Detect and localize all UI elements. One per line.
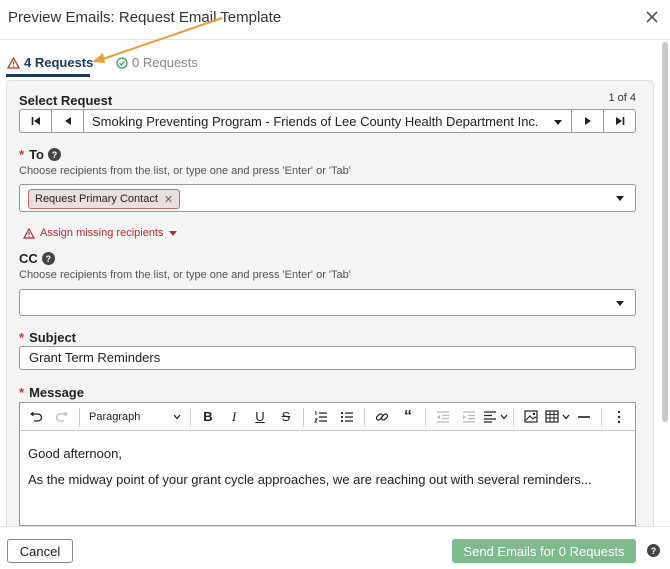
insert-image-icon[interactable] bbox=[519, 406, 543, 428]
scrollbar[interactable] bbox=[662, 42, 668, 422]
next-request-button[interactable] bbox=[571, 110, 603, 132]
paragraph-style-value: Paragraph bbox=[89, 410, 141, 423]
link-icon[interactable] bbox=[370, 406, 394, 428]
previous-request-button[interactable] bbox=[52, 110, 84, 132]
required-marker: * bbox=[19, 330, 25, 345]
bold-icon[interactable]: B bbox=[196, 406, 220, 428]
last-request-button[interactable] bbox=[603, 110, 635, 132]
recipient-chip: Request Primary Contact ✕ bbox=[28, 189, 181, 209]
strikethrough-icon[interactable]: S bbox=[274, 406, 298, 428]
request-select[interactable]: Smoking Preventing Program - Friends of … bbox=[84, 110, 571, 132]
message-label-text: Message bbox=[29, 385, 84, 400]
horizontal-line-icon[interactable] bbox=[572, 406, 596, 428]
undo-icon[interactable] bbox=[24, 406, 48, 428]
message-line[interactable]: As the midway point of your grant cycle … bbox=[28, 472, 592, 487]
request-select-value: Smoking Preventing Program - Friends of … bbox=[92, 113, 539, 129]
required-marker: * bbox=[19, 385, 25, 400]
chevron-down-icon bbox=[554, 120, 562, 125]
cc-hint: Choose recipients from the list, or type… bbox=[19, 269, 351, 281]
assign-missing-label: Assign missing recipients bbox=[40, 227, 164, 239]
chevron-down-icon bbox=[173, 414, 181, 419]
tab-requests-warning[interactable]: 4 Requests bbox=[7, 55, 93, 70]
toolbar-divider bbox=[303, 407, 304, 426]
toolbar-divider bbox=[79, 407, 80, 426]
dialog-title: Preview Emails: Request Email Template bbox=[8, 9, 282, 26]
align-select[interactable] bbox=[483, 406, 508, 428]
previous-icon bbox=[64, 117, 71, 125]
redo-icon[interactable] bbox=[50, 406, 74, 428]
warning-icon bbox=[23, 227, 35, 239]
to-label: * To ? bbox=[19, 147, 61, 162]
subject-input[interactable]: Grant Term Reminders bbox=[19, 346, 636, 370]
select-request-label: Select Request bbox=[19, 93, 113, 108]
align-left-icon bbox=[484, 410, 496, 423]
toolbar-divider bbox=[364, 407, 365, 426]
request-navigator: Smoking Preventing Program - Friends of … bbox=[19, 109, 636, 133]
send-emails-button[interactable]: Send Emails for 0 Requests bbox=[452, 539, 636, 563]
underline-icon[interactable]: U bbox=[248, 406, 272, 428]
warning-icon bbox=[7, 56, 20, 69]
required-marker: * bbox=[19, 147, 25, 162]
remove-chip-icon[interactable]: ✕ bbox=[164, 193, 173, 206]
indent-icon[interactable] bbox=[457, 406, 481, 428]
skip-last-icon bbox=[615, 117, 624, 125]
italic-icon[interactable]: I bbox=[222, 406, 246, 428]
subject-label: * Subject bbox=[19, 330, 76, 345]
chevron-down-icon[interactable] bbox=[616, 196, 624, 201]
help-icon[interactable]: ? bbox=[647, 544, 660, 557]
editor-toolbar: Paragraph B I U S “ bbox=[20, 403, 635, 431]
cancel-button[interactable]: Cancel bbox=[7, 539, 73, 563]
active-tab-indicator bbox=[6, 74, 90, 77]
tab-label: 0 Requests bbox=[132, 55, 198, 70]
subject-label-text: Subject bbox=[29, 330, 77, 345]
toolbar-divider bbox=[601, 407, 602, 426]
tab-label: 4 Requests bbox=[24, 55, 94, 70]
subject-value: Grant Term Reminders bbox=[29, 350, 161, 365]
request-counter: 1 of 4 bbox=[608, 92, 636, 104]
check-circle-icon bbox=[116, 56, 128, 69]
chevron-down-icon bbox=[168, 230, 177, 236]
chevron-down-icon bbox=[562, 414, 570, 419]
cc-label: CC ? bbox=[19, 251, 55, 266]
chevron-down-icon[interactable] bbox=[616, 301, 624, 306]
to-label-text: To bbox=[29, 147, 44, 162]
toolbar-divider bbox=[513, 407, 514, 426]
message-label: * Message bbox=[19, 385, 84, 400]
insert-table-select[interactable] bbox=[545, 406, 570, 428]
paragraph-style-select[interactable]: Paragraph bbox=[85, 406, 185, 428]
skip-first-icon bbox=[31, 117, 40, 125]
cc-label-text: CC bbox=[19, 251, 38, 266]
help-icon[interactable]: ? bbox=[47, 148, 61, 161]
svg-text:?: ? bbox=[651, 546, 657, 556]
to-hint: Choose recipients from the list, or type… bbox=[19, 165, 351, 177]
toolbar-divider bbox=[190, 407, 191, 426]
outdent-icon[interactable] bbox=[431, 406, 455, 428]
first-request-button[interactable] bbox=[20, 110, 52, 132]
assign-missing-recipients[interactable]: Assign missing recipients bbox=[23, 227, 177, 239]
message-editor: Paragraph B I U S “ Good afternoon, As t… bbox=[19, 402, 636, 526]
chevron-down-icon bbox=[500, 414, 508, 419]
close-icon[interactable] bbox=[644, 9, 660, 25]
toolbar-divider bbox=[425, 407, 426, 426]
help-icon[interactable]: ? bbox=[41, 252, 55, 265]
bullet-list-icon[interactable] bbox=[335, 406, 359, 428]
dialog-header: Preview Emails: Request Email Template bbox=[0, 0, 670, 40]
more-options-icon[interactable] bbox=[607, 406, 631, 428]
tab-requests-ok[interactable]: 0 Requests bbox=[116, 55, 198, 70]
recipient-chip-label: Request Primary Contact bbox=[35, 193, 158, 205]
to-recipients-field[interactable]: Request Primary Contact ✕ bbox=[19, 184, 636, 212]
dialog-footer: Cancel Send Emails for 0 Requests ? bbox=[0, 526, 670, 569]
next-icon bbox=[584, 117, 591, 125]
blockquote-icon[interactable]: “ bbox=[396, 406, 420, 428]
request-tabs: 4 Requests 0 Requests bbox=[0, 40, 670, 78]
cc-recipients-field[interactable] bbox=[19, 289, 636, 316]
message-line[interactable]: Good afternoon, bbox=[28, 446, 122, 461]
numbered-list-icon[interactable] bbox=[309, 406, 333, 428]
table-icon bbox=[545, 410, 559, 423]
